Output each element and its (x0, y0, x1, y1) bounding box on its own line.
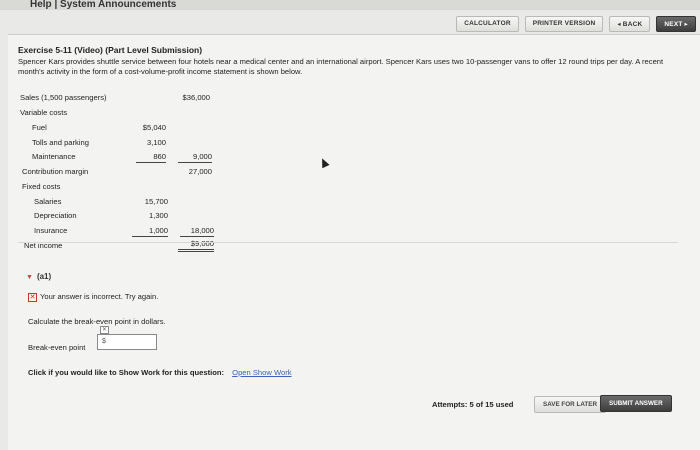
fuel-label: Fuel (32, 123, 47, 132)
incorrect-message: ✕ Your answer is incorrect. Try again. (28, 292, 158, 302)
calculator-button[interactable]: CALCULATOR (456, 16, 519, 32)
insurance-label: Insurance (34, 226, 68, 235)
fixed-costs-label: Fixed costs (22, 182, 61, 191)
fuel-value: $5,040 (142, 123, 166, 132)
nav-toolbar: CALCULATOR PRINTER VERSION ◂ BACK NEXT ▸ (456, 16, 696, 32)
variable-total-value: 9,000 (178, 152, 212, 163)
menu-separator: | (54, 0, 58, 10)
variable-costs-label: Variable costs (20, 108, 68, 117)
break-even-label: Break-even point (28, 343, 86, 352)
break-even-input[interactable]: $ (97, 334, 157, 350)
next-button[interactable]: NEXT ▸ (656, 16, 696, 32)
incorrect-x-icon: ✕ (28, 293, 37, 302)
depreciation-value: 1,300 (148, 211, 168, 220)
collapse-triangle-icon[interactable]: ▼ (26, 274, 33, 281)
show-work-prompt: Click if you would like to Show Work for… (28, 368, 292, 377)
depreciation-label: Depreciation (34, 211, 77, 220)
system-announcements-link[interactable]: System Announcements (60, 0, 176, 10)
help-link[interactable]: Help (30, 0, 52, 10)
instruction-text: Calculate the break-even point in dollar… (28, 317, 166, 326)
sales-label: Sales (1,500 passengers) (20, 93, 107, 102)
contribution-margin-label: Contribution margin (22, 167, 89, 176)
submit-answer-button[interactable]: SUBMIT ANSWER (600, 395, 672, 412)
exercise-description: Spencer Kars provides shuttle service be… (18, 57, 664, 76)
show-work-prompt-text: Click if you would like to Show Work for… (28, 368, 225, 377)
dollar-prefix: $ (102, 338, 106, 345)
part-label: (a1) (36, 272, 52, 281)
save-for-later-button[interactable]: SAVE FOR LATER (534, 396, 606, 413)
tolls-label: Tolls and parking (32, 138, 89, 147)
insurance-value: 1,000 (132, 226, 168, 237)
tolls-value: 3,100 (146, 138, 166, 147)
printer-version-button[interactable]: PRINTER VERSION (524, 16, 604, 32)
exercise-title: Exercise 5-11 (Video) (Part Level Submis… (18, 45, 203, 55)
sales-value: $36,000 (182, 93, 210, 102)
top-menu-bar: Help | System Announcements (0, 0, 700, 10)
salaries-value: 15,700 (144, 197, 168, 206)
maintenance-value: 860 (136, 152, 166, 163)
attempts-text: Attempts: 5 of 15 used (432, 400, 514, 409)
maintenance-label: Maintenance (32, 152, 76, 161)
input-status-x-icon: ✕ (100, 326, 109, 334)
incorrect-text: Your answer is incorrect. Try again. (40, 292, 159, 301)
contribution-margin-value: 27,000 (188, 167, 212, 176)
salaries-label: Salaries (34, 197, 62, 206)
fixed-total-value: 18,000 (180, 226, 214, 237)
back-button[interactable]: ◂ BACK (609, 16, 651, 32)
part-a1-header[interactable]: ▼ (a1) (26, 272, 51, 281)
open-show-work-link[interactable]: Open Show Work (232, 368, 291, 377)
